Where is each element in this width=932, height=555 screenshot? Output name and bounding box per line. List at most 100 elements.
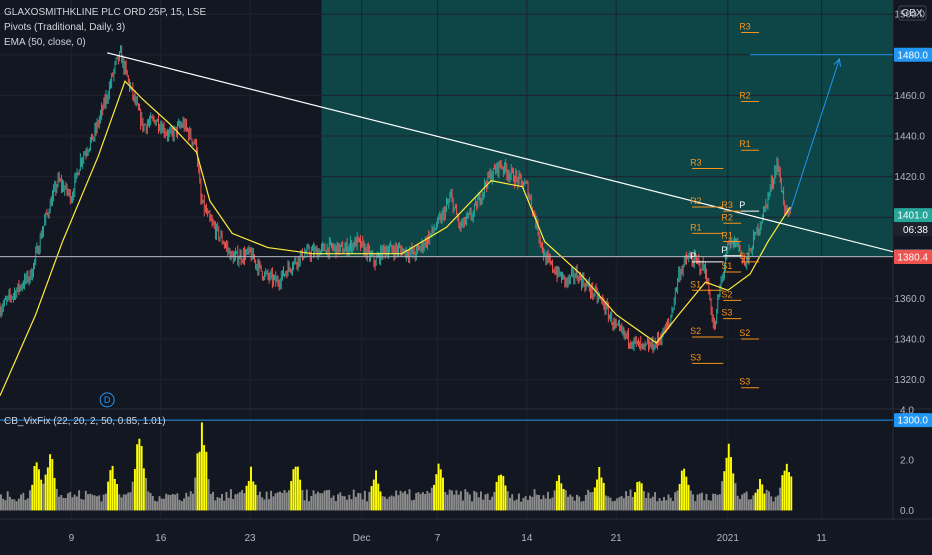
vixfix-bar [716,494,719,511]
vixfix-bar [701,492,703,511]
vixfix-bar [319,493,322,511]
vixfix-bar [127,492,130,511]
vixfix-bar [221,494,223,511]
vixfix-bar [325,490,328,511]
price-badge-label: 1480.0 [897,50,928,61]
vixfix-bar [122,494,125,511]
vixfix-bar-high [638,481,641,511]
vixfix-bar [261,497,264,511]
vixfix-bar [274,493,277,511]
vixfix-bar [29,490,31,511]
vixfix-bar [580,501,583,511]
price-badge-label: 1300.0 [897,416,928,427]
vixfix-bar [147,491,150,511]
pivot-label-r1: R1 [690,222,702,232]
vixfix-bar-high [245,485,248,511]
vixfix-bar [357,492,360,511]
vixfix-bar [446,494,449,511]
price-badge: 1380.4 [894,249,932,264]
vixfix-bar [553,490,556,511]
vixfix-bar [589,492,592,511]
vixfix-bar [102,494,105,511]
vixfix-bar [241,490,244,511]
vixfix-bar [69,491,72,511]
vixfix-bar [0,494,2,511]
vixfix-bar [89,493,92,511]
vixfix-bar [747,499,750,511]
vixfix-bar [283,490,286,511]
ema-legend[interactable]: EMA (50, close, 0) [4,37,86,48]
vixfix-bar [24,499,27,511]
vixfix-bar [462,500,465,511]
vixfix-bar [162,498,165,511]
vixfix-bar [642,491,645,511]
vixfix-bar-high [730,457,732,511]
vixfix-bar [207,479,210,511]
pivot-label-s1: S1 [739,251,750,261]
vixfix-bar [665,500,668,511]
vixfix-bar-high [555,481,558,511]
vixfix-bar [346,499,348,511]
vixfix-bar [334,501,337,511]
vixfix-bar [709,500,712,511]
vixfix-bar [368,491,371,511]
pivot-label-r1: R1 [739,139,751,149]
pivots-legend[interactable]: Pivots (Traditional, Daily, 3) [4,22,125,33]
vixfix-bar [218,497,221,511]
vixfix-bar [87,494,89,511]
vixfix-bar [165,493,168,511]
vixfix-bar-high [377,483,380,511]
vixfix-bar [448,489,451,511]
vixfix-bar-high [294,466,297,511]
vixfix-bar [348,494,351,511]
vixfix-bar-high [504,485,507,511]
vixfix-bar-high [136,444,139,511]
vixfix-bar [692,494,695,511]
vixfix-bar [158,496,161,511]
vix-tick-label: 2.0 [900,456,914,467]
vixfix-bar [718,494,721,511]
vixfix-bar [366,501,369,511]
vixfix-bar [745,491,748,511]
vixfix-bar [611,501,614,511]
vixfix-bar [520,501,523,511]
vixfix-bar [187,496,190,511]
vixfix-bar-high [759,479,761,511]
pivot-label-s3: S3 [690,352,701,362]
vixfix-bar-high [435,474,438,511]
vixfix-bar [26,498,29,511]
vixfix-bar [60,495,63,511]
vixfix-bar [676,490,679,511]
vixfix-bar [491,496,494,511]
vixfix-bar [629,489,632,511]
vixfix-bar [58,496,60,511]
x-tick-label: 11 [816,533,827,544]
vixfix-bar [8,496,11,511]
vixfix-bar [310,495,313,511]
vixfix-bar [256,495,259,511]
vixfix-bar-high [640,483,643,511]
vixfix-bar [22,492,25,511]
vixfix-bar [71,497,74,511]
vixfix-bar [573,500,576,511]
symbol-legend[interactable]: GLAXOSMITHKLINE PLC ORD 25P, 15, LSE [4,7,206,18]
vixfix-bar [13,499,16,511]
vixfix-bar-high [634,492,636,511]
y-tick-label: 1460.0 [894,91,925,102]
vixfix-legend[interactable]: CB_VixFix (22, 20, 2, 50, 0.85, 1.01) [4,416,166,427]
vixfix-bar [651,496,654,511]
vixfix-bar [189,491,192,511]
vixfix-bar-high [723,471,726,511]
x-tick-label: 7 [435,533,441,544]
vixfix-bar-high [763,493,766,511]
vixfix-bar [388,496,391,511]
vixfix-bar [464,489,467,511]
vixfix-bar [493,491,496,511]
price-chart[interactable]: R3 R2 R1 P S1 S2 S3 R3 R2 R1 P S1 S2 S3 R3 R2 R1 P S1 S2 S3 D… [0,0,932,550]
vixfix-bar [265,491,268,511]
vixfix-bar [314,493,317,511]
chart-canvas[interactable]: R3 R2 R1 P S1 S2 S3 R3 R2 R1 P S1 S2 S3 R3 R2 R1 P S1 S2 S3 D… [0,0,932,550]
vixfix-bar [575,494,578,511]
vixfix-bar [100,501,103,511]
vixfix-bar-high [558,475,561,511]
